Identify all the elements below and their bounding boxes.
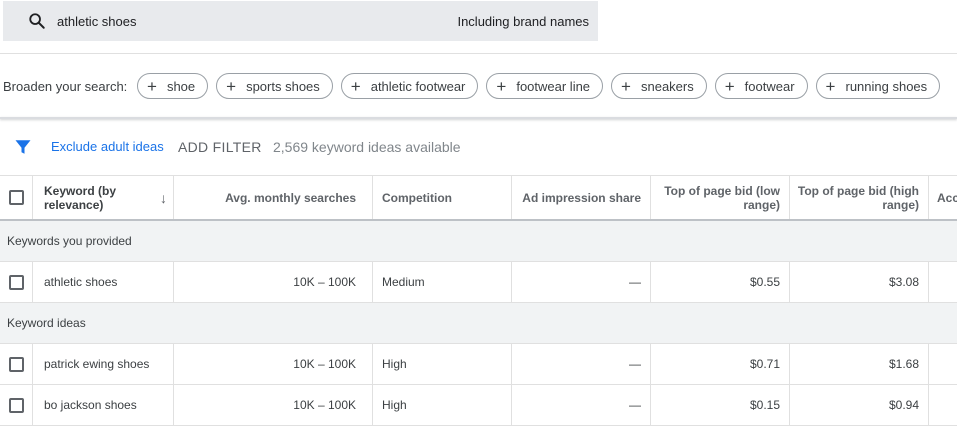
brand-names-option[interactable]: Including brand names <box>457 14 589 29</box>
plus-icon: + <box>226 76 237 96</box>
top-divider <box>0 53 957 54</box>
broaden-chip-list: + shoe + sports shoes + athletic footwear +… <box>137 73 941 99</box>
keyword-ideas-count: 2,569 keyword ideas available <box>273 139 461 155</box>
group-label: Keyword ideas <box>7 316 86 330</box>
table-row[interactable]: patrick ewing shoes 10K – 100K High — $0… <box>0 344 957 385</box>
competition-cell: Medium <box>372 262 511 302</box>
arrow-down-icon[interactable]: ↓ <box>160 191 167 205</box>
row-checkbox-cell <box>0 344 32 384</box>
plus-icon: + <box>147 76 157 96</box>
bid-high-cell: $0.94 <box>789 385 928 425</box>
table-row[interactable]: bo jackson shoes 10K – 100K High — $0.15… <box>0 385 957 426</box>
broaden-chip-footwear-line[interactable]: + footwear line <box>486 73 604 99</box>
select-all-checkbox[interactable] <box>8 190 24 205</box>
account-status-cell <box>928 385 957 425</box>
header-account-status[interactable]: Account status <box>928 176 957 219</box>
broaden-chip-sneakers[interactable]: + sneakers <box>611 73 707 99</box>
plus-icon: + <box>350 76 361 96</box>
table-row[interactable]: athletic shoes 10K – 100K Medium — $0.55… <box>0 262 957 303</box>
keyword-cell: athletic shoes <box>32 262 173 302</box>
account-status-cell <box>928 262 957 302</box>
avg-searches-cell: 10K – 100K <box>173 385 372 425</box>
row-checkbox[interactable] <box>8 397 24 413</box>
header-keyword-label: Keyword (by relevance) <box>44 183 117 212</box>
filter-icon[interactable] <box>14 138 32 156</box>
row-checkbox[interactable] <box>8 274 24 290</box>
group-row: Keyword ideas <box>0 303 957 344</box>
keyword-cell: bo jackson shoes <box>32 385 173 425</box>
table-header-row: Keyword (by relevance) ↓ Avg. monthly se… <box>0 175 957 221</box>
impression-share-cell: — <box>511 344 650 384</box>
broaden-chip-sports-shoes[interactable]: + sports shoes <box>216 73 333 99</box>
section-divider <box>0 117 957 119</box>
row-checkbox-cell <box>0 262 32 302</box>
search-icon <box>29 13 45 29</box>
chip-label: shoe <box>166 78 196 94</box>
add-filter-button[interactable]: ADD FILTER <box>178 139 262 155</box>
avg-searches-cell: 10K – 100K <box>173 262 372 302</box>
broaden-search-label: Broaden your search: <box>3 79 128 94</box>
row-checkbox[interactable] <box>8 356 24 372</box>
bid-low-cell: $0.71 <box>650 344 789 384</box>
avg-searches-cell: 10K – 100K <box>173 344 372 384</box>
broaden-chip-shoe[interactable]: + shoe <box>137 73 209 99</box>
group-label: Keywords you provided <box>7 234 132 248</box>
header-bid-low[interactable]: Top of page bid (low range) <box>650 176 789 219</box>
header-checkbox-cell <box>0 176 32 219</box>
competition-cell: High <box>372 385 511 425</box>
row-checkbox-cell <box>0 385 32 425</box>
chip-label: sports shoes <box>246 78 320 94</box>
broaden-chip-athletic-footwear[interactable]: + athletic footwear <box>340 73 479 99</box>
exclude-adult-ideas-filter[interactable]: Exclude adult ideas <box>51 139 164 154</box>
plus-icon: + <box>496 76 507 96</box>
impression-share-cell: — <box>511 262 650 302</box>
group-row: Keywords you provided <box>0 221 957 262</box>
header-ad-impression-share[interactable]: Ad impression share <box>511 176 650 219</box>
competition-cell: High <box>372 344 511 384</box>
header-bid-high[interactable]: Top of page bid (high range) <box>789 176 928 219</box>
plus-icon: + <box>621 76 631 96</box>
chip-label: athletic footwear <box>370 78 466 94</box>
chip-label: running shoes <box>845 78 928 94</box>
bid-low-cell: $0.55 <box>650 262 789 302</box>
header-avg-monthly-searches[interactable]: Avg. monthly searches <box>173 176 372 219</box>
keyword-ideas-table: Keyword (by relevance) ↓ Avg. monthly se… <box>0 175 957 426</box>
header-competition[interactable]: Competition <box>372 176 511 219</box>
chip-label: footwear line <box>516 78 591 94</box>
bid-low-cell: $0.15 <box>650 385 789 425</box>
keyword-search-bar[interactable]: athletic shoes Including brand names <box>3 1 598 41</box>
search-query-text[interactable]: athletic shoes <box>57 14 137 29</box>
account-status-cell <box>928 344 957 384</box>
broaden-chip-footwear[interactable]: + footwear <box>714 73 808 99</box>
plus-icon: + <box>724 76 735 96</box>
plus-icon: + <box>825 76 836 96</box>
chip-label: sneakers <box>640 78 694 94</box>
broaden-chip-running-shoes[interactable]: + running shoes <box>815 73 941 99</box>
bid-high-cell: $1.68 <box>789 344 928 384</box>
chip-label: footwear <box>744 78 795 94</box>
impression-share-cell: — <box>511 385 650 425</box>
keyword-cell: patrick ewing shoes <box>32 344 173 384</box>
bid-high-cell: $3.08 <box>789 262 928 302</box>
header-keyword[interactable]: Keyword (by relevance) ↓ <box>32 176 173 219</box>
